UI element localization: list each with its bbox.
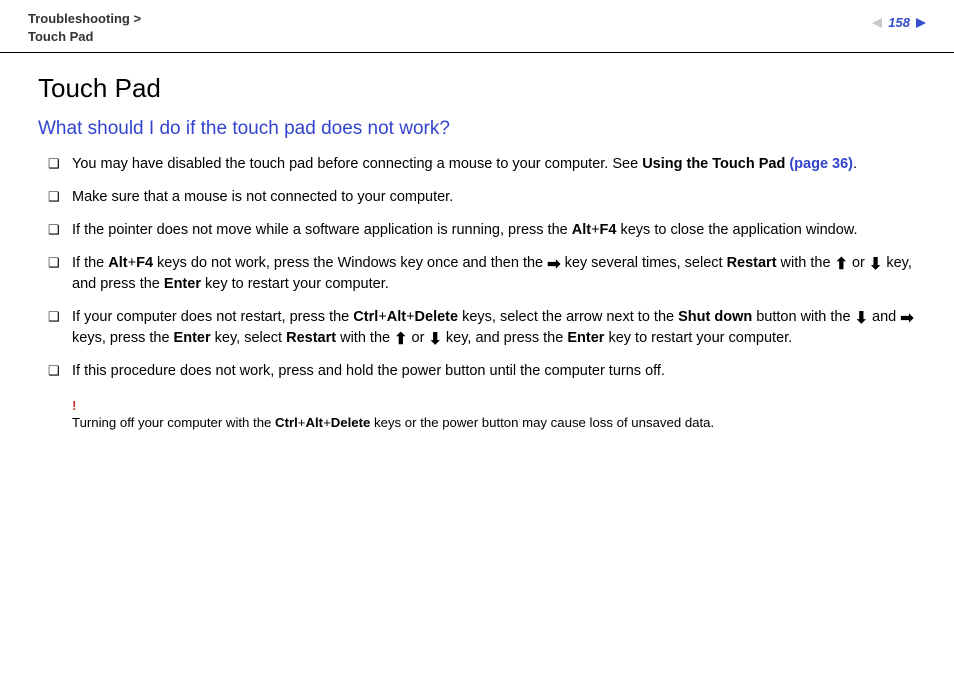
breadcrumb-sep: > <box>133 11 141 26</box>
key-f4: F4 <box>600 222 617 238</box>
prev-page-icon[interactable] <box>872 18 882 28</box>
arrow-down-icon: ⬇ <box>428 332 441 348</box>
warning-note: ! Turning off your computer with the Ctr… <box>72 395 926 433</box>
arrow-right-icon: ➡ <box>900 311 913 327</box>
breadcrumb-child: Touch Pad <box>28 29 93 44</box>
arrow-down-icon: ⬇ <box>869 257 882 273</box>
arrow-up-icon: ⬆ <box>394 332 407 348</box>
key-restart: Restart <box>286 330 336 346</box>
key-alt: Alt <box>572 222 591 238</box>
breadcrumb-parent: Troubleshooting <box>28 11 130 26</box>
key-delete: Delete <box>415 309 459 325</box>
key-enter: Enter <box>567 330 604 346</box>
key-restart: Restart <box>727 255 777 271</box>
page-header: Troubleshooting > Touch Pad 158 <box>0 0 954 53</box>
breadcrumb: Troubleshooting > Touch Pad <box>28 10 141 46</box>
list-item: Make sure that a mouse is not connected … <box>48 187 926 208</box>
key-ctrl: Ctrl <box>353 309 378 325</box>
key-f4: F4 <box>136 255 153 271</box>
key-alt: Alt <box>108 255 127 271</box>
warning-icon: ! <box>72 395 926 416</box>
list-item: If your computer does not restart, press… <box>48 307 926 349</box>
arrow-up-icon: ⬆ <box>835 257 848 273</box>
content-area: Touch Pad What should I do if the touch … <box>0 53 954 432</box>
page-link[interactable]: (page 36) <box>789 156 853 172</box>
bullet-list: You may have disabled the touch pad befo… <box>48 154 926 382</box>
key-alt: Alt <box>305 415 323 430</box>
key-enter: Enter <box>174 330 211 346</box>
page-title: Touch Pad <box>38 73 926 104</box>
section-heading: What should I do if the touch pad does n… <box>38 118 926 140</box>
bold-text: Using the Touch Pad <box>642 156 789 172</box>
key-ctrl: Ctrl <box>275 415 298 430</box>
key-delete: Delete <box>331 415 371 430</box>
key-shutdown: Shut down <box>678 309 752 325</box>
page-nav: 158 <box>872 14 926 32</box>
list-item: You may have disabled the touch pad befo… <box>48 154 926 175</box>
list-item: If the Alt+F4 keys do not work, press th… <box>48 253 926 295</box>
arrow-right-icon: ➡ <box>547 257 560 273</box>
page-number: 158 <box>888 14 910 32</box>
next-page-icon[interactable] <box>916 18 926 28</box>
key-alt: Alt <box>387 309 406 325</box>
list-item: If this procedure does not work, press a… <box>48 361 926 382</box>
key-enter: Enter <box>164 276 201 292</box>
list-item: If the pointer does not move while a sof… <box>48 220 926 241</box>
arrow-down-icon: ⬇ <box>855 311 868 327</box>
